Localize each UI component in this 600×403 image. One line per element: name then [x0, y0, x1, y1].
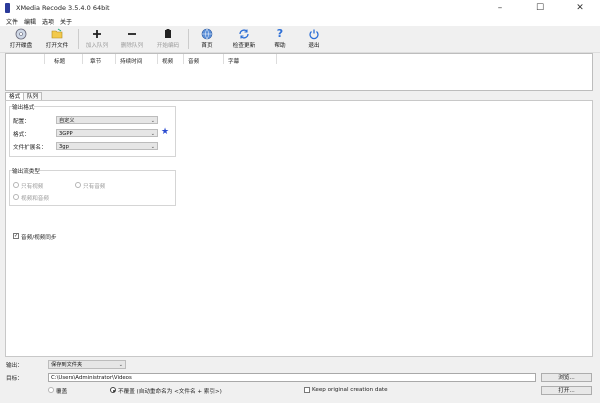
- window-title: XMedia Recode 3.5.4.0 64bit: [16, 4, 110, 12]
- start-encode-label: 开始编码: [156, 43, 180, 49]
- add-queue-button[interactable]: 加入队列: [82, 28, 112, 50]
- target-path-input[interactable]: C:\Users\Administrator\Videos: [48, 373, 536, 382]
- home-button[interactable]: 首页: [194, 28, 220, 50]
- menu-options[interactable]: 选项: [42, 17, 54, 26]
- no-overwrite-radio[interactable]: [110, 387, 116, 393]
- output-stream-group-label: 输出流类型: [12, 167, 40, 175]
- open-file-button[interactable]: 打开文件: [42, 28, 72, 50]
- video-only-label: 只有视频: [21, 184, 44, 190]
- format-label: 格式：: [13, 132, 30, 138]
- keep-date-checkbox[interactable]: [304, 387, 310, 393]
- column-title[interactable]: 标题: [54, 57, 65, 65]
- column-separator: [157, 54, 158, 64]
- question-icon: ?: [276, 27, 284, 40]
- home-label: 首页: [201, 43, 213, 49]
- remove-queue-button[interactable]: 删除队列: [116, 28, 148, 50]
- av-sync-label: 音频/视频同步: [21, 235, 57, 241]
- encode-icon: [162, 28, 174, 40]
- no-overwrite-label: 不覆盖 (自动重命名为 <文件名 + 索引>): [118, 389, 222, 395]
- extension-value: 3gp: [59, 144, 69, 150]
- power-icon: [308, 28, 320, 40]
- close-button[interactable]: ✕: [560, 0, 600, 16]
- minus-icon: [126, 28, 138, 40]
- profile-label: 配置：: [13, 119, 30, 125]
- help-label: 帮助: [274, 43, 286, 49]
- disc-icon: [15, 28, 27, 40]
- add-queue-label: 加入队列: [85, 43, 109, 49]
- video-and-audio-radio[interactable]: [13, 194, 19, 200]
- profile-select[interactable]: 自定义 ⌄: [56, 116, 158, 124]
- globe-icon: [201, 28, 213, 40]
- help-button[interactable]: ? 帮助: [268, 28, 292, 50]
- column-separator: [82, 54, 83, 64]
- favorite-star-icon[interactable]: ★: [161, 128, 169, 137]
- output-label: 输出：: [6, 363, 23, 369]
- exit-label: 退出: [308, 43, 320, 49]
- output-select[interactable]: 保存到文件夹 ⌄: [48, 360, 126, 369]
- column-separator: [223, 54, 224, 64]
- audio-only-label: 只有音频: [83, 184, 106, 190]
- column-duration[interactable]: 持续时间: [120, 57, 142, 65]
- chevron-down-icon: ⌄: [150, 144, 155, 150]
- video-only-radio[interactable]: [13, 182, 19, 188]
- output-value: 保存到文件夹: [51, 362, 83, 368]
- toolbar-separator: [188, 29, 189, 49]
- toolbar-separator: [78, 29, 79, 49]
- column-separator: [183, 54, 184, 64]
- audio-only-radio[interactable]: [75, 182, 81, 188]
- folder-open-icon: [51, 28, 63, 40]
- column-audio[interactable]: 音频: [188, 57, 199, 65]
- format-select[interactable]: 3GPP ⌄: [56, 129, 158, 137]
- output-format-group-label: 输出格式: [12, 103, 35, 111]
- minimize-button[interactable]: –: [480, 0, 520, 16]
- column-chapter[interactable]: 章节: [90, 57, 101, 65]
- extension-label: 文件扩展名：: [13, 145, 47, 151]
- av-sync-checkbox[interactable]: ✓: [13, 233, 19, 239]
- profile-value: 自定义: [59, 118, 75, 124]
- format-value: 3GPP: [59, 131, 73, 137]
- open-disc-label: 打开碟盘: [9, 43, 33, 49]
- open-file-label: 打开文件: [45, 43, 69, 49]
- start-encode-button[interactable]: 开始编码: [152, 28, 184, 50]
- chevron-down-icon: ⌄: [150, 131, 155, 137]
- video-and-audio-label: 视频和音频: [21, 196, 49, 202]
- keep-date-label: Keep original creation date: [312, 387, 388, 393]
- plus-icon: [91, 28, 103, 40]
- check-update-button[interactable]: 检查更新: [228, 28, 260, 50]
- open-disc-button[interactable]: 打开碟盘: [6, 28, 36, 50]
- menu-bar: [0, 16, 600, 26]
- menu-edit[interactable]: 编辑: [24, 17, 36, 26]
- app-icon: [5, 3, 10, 13]
- column-subtitle[interactable]: 字幕: [228, 57, 239, 65]
- chevron-down-icon: ⌄: [118, 362, 123, 368]
- open-button[interactable]: 打开...: [541, 386, 592, 395]
- menu-file[interactable]: 文件: [6, 17, 18, 26]
- chevron-down-icon: ⌄: [150, 118, 155, 124]
- maximize-button[interactable]: ☐: [520, 0, 560, 16]
- exit-button[interactable]: 退出: [302, 28, 326, 50]
- browse-button[interactable]: 浏览...: [541, 373, 592, 382]
- remove-queue-label: 删除队列: [120, 43, 144, 49]
- overwrite-radio[interactable]: [48, 387, 54, 393]
- extension-select[interactable]: 3gp ⌄: [56, 142, 158, 150]
- column-video[interactable]: 视频: [162, 57, 173, 65]
- check-update-label: 检查更新: [232, 43, 256, 49]
- overwrite-label: 覆盖: [56, 389, 68, 395]
- target-label: 目标：: [6, 376, 23, 382]
- column-separator: [276, 54, 277, 64]
- column-separator: [44, 54, 45, 64]
- refresh-icon: [238, 28, 250, 40]
- menu-about[interactable]: 关于: [60, 17, 72, 26]
- column-separator: [115, 54, 116, 64]
